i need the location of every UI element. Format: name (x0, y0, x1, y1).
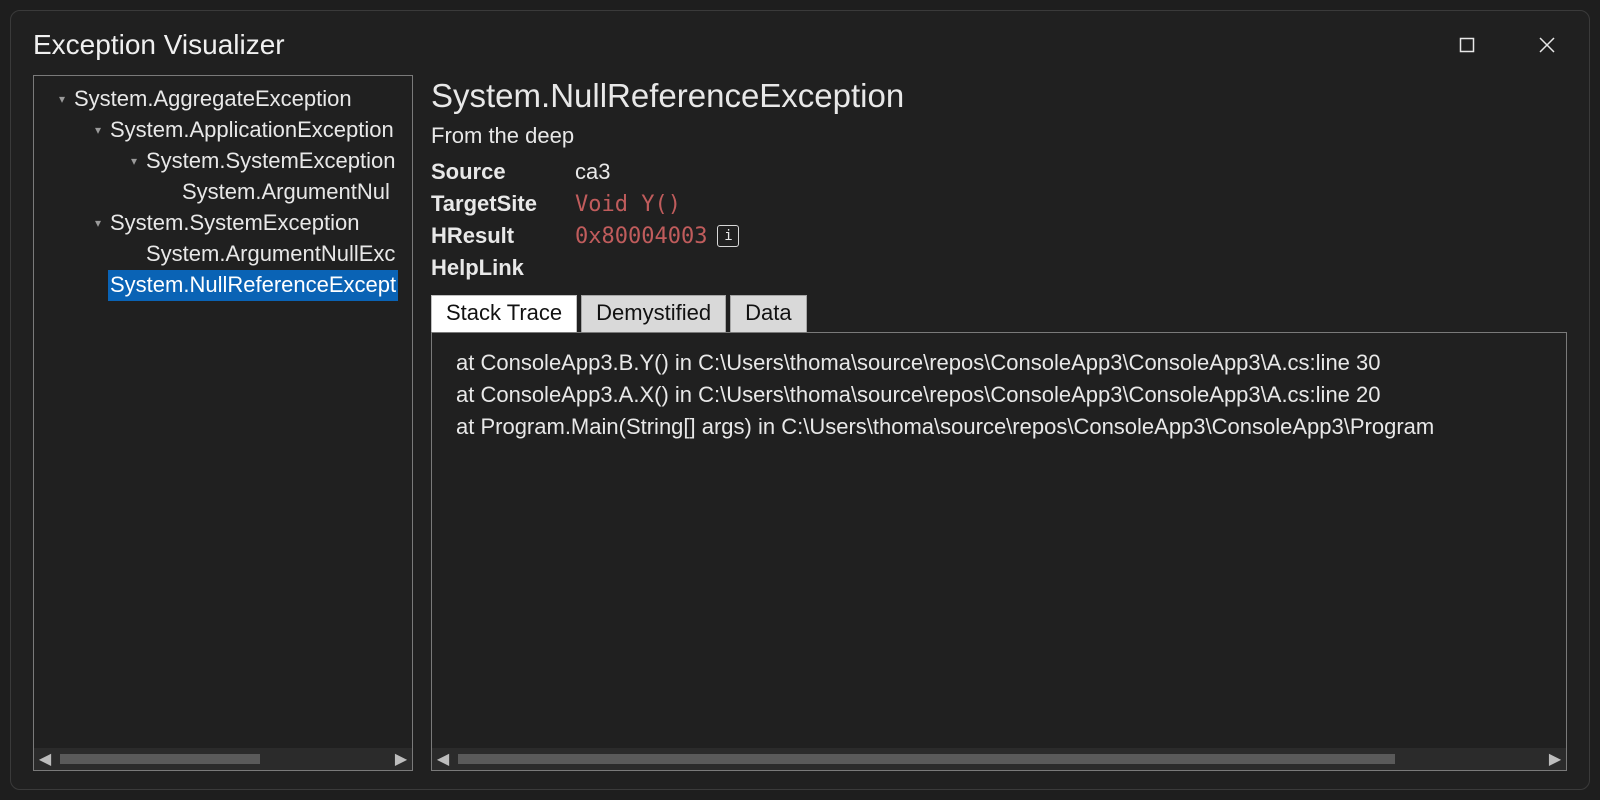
maximize-icon[interactable] (1447, 25, 1487, 65)
scroll-right-icon[interactable]: ▶ (390, 748, 412, 770)
scroll-left-icon[interactable]: ◀ (34, 748, 56, 770)
stack-frame: at ConsoleApp3.B.Y() in C:\Users\thoma\s… (456, 347, 1542, 379)
tree-item-label: System.ArgumentNullExc (144, 239, 397, 270)
tree-item[interactable]: ▾System.SystemException (34, 208, 412, 239)
exception-detail-panel: System.NullReferenceException From the d… (431, 75, 1567, 771)
tree-item[interactable]: System.ArgumentNullExc (34, 239, 412, 270)
window-title: Exception Visualizer (33, 29, 285, 61)
info-icon[interactable]: i (717, 225, 739, 247)
hresult-value: 0x80004003 (575, 224, 707, 249)
scroll-thumb[interactable] (458, 754, 1395, 764)
targetsite-label: TargetSite (431, 191, 565, 217)
exception-message: From the deep (431, 123, 1567, 149)
tab-stack-trace[interactable]: Stack Trace (431, 295, 577, 333)
tree-horizontal-scrollbar[interactable]: ◀ ▶ (34, 748, 412, 770)
chevron-down-icon[interactable]: ▾ (52, 91, 72, 108)
scroll-track[interactable] (454, 752, 1544, 766)
stack-frame: at Program.Main(String[] args) in C:\Use… (456, 411, 1542, 443)
helplink-label: HelpLink (431, 255, 565, 281)
scroll-left-icon[interactable]: ◀ (432, 748, 454, 770)
source-value: ca3 (575, 159, 1567, 185)
body: ▾System.AggregateException▾System.Applic… (11, 75, 1589, 789)
tree-item[interactable]: ▾System.ApplicationException (34, 115, 412, 146)
scroll-track[interactable] (56, 752, 390, 766)
tree-item[interactable]: System.NullReferenceExcept (34, 270, 412, 301)
tree-item-label: System.SystemException (144, 146, 397, 177)
hresult-value-wrap: 0x80004003 i (575, 224, 1567, 249)
targetsite-value: Void Y() (575, 192, 1567, 217)
exception-type-title: System.NullReferenceException (431, 77, 1567, 115)
tree-item-label: System.SystemException (108, 208, 361, 239)
tree-item-label: System.ApplicationException (108, 115, 396, 146)
exception-visualizer-window: Exception Visualizer ▾System.AggregateEx… (10, 10, 1590, 790)
close-icon[interactable] (1527, 25, 1567, 65)
stack-trace-panel: at ConsoleApp3.B.Y() in C:\Users\thoma\s… (431, 332, 1567, 771)
hresult-label: HResult (431, 223, 565, 249)
tree-item[interactable]: ▾System.SystemException (34, 146, 412, 177)
source-label: Source (431, 159, 565, 185)
tree-item[interactable]: System.ArgumentNul (34, 177, 412, 208)
tab-data[interactable]: Data (730, 295, 806, 333)
stack-trace-content[interactable]: at ConsoleApp3.B.Y() in C:\Users\thoma\s… (432, 333, 1566, 748)
exception-properties: Source ca3 TargetSite Void Y() HResult 0… (431, 159, 1567, 281)
window-buttons (1447, 25, 1567, 65)
tab-demystified[interactable]: Demystified (581, 295, 726, 333)
scroll-thumb[interactable] (60, 754, 260, 764)
exception-tree[interactable]: ▾System.AggregateException▾System.Applic… (34, 76, 412, 748)
chevron-down-icon[interactable]: ▾ (124, 153, 144, 170)
tree-item[interactable]: ▾System.AggregateException (34, 84, 412, 115)
stack-horizontal-scrollbar[interactable]: ◀ ▶ (432, 748, 1566, 770)
tree-item-label: System.NullReferenceExcept (108, 270, 398, 301)
titlebar: Exception Visualizer (11, 11, 1589, 75)
chevron-down-icon[interactable]: ▾ (88, 122, 108, 139)
stack-frame: at ConsoleApp3.A.X() in C:\Users\thoma\s… (456, 379, 1542, 411)
tree-item-label: System.ArgumentNul (180, 177, 392, 208)
detail-tabs: Stack Trace Demystified Data (431, 295, 1567, 333)
chevron-down-icon[interactable]: ▾ (88, 215, 108, 232)
exception-tree-panel: ▾System.AggregateException▾System.Applic… (33, 75, 413, 771)
scroll-right-icon[interactable]: ▶ (1544, 748, 1566, 770)
tree-item-label: System.AggregateException (72, 84, 354, 115)
